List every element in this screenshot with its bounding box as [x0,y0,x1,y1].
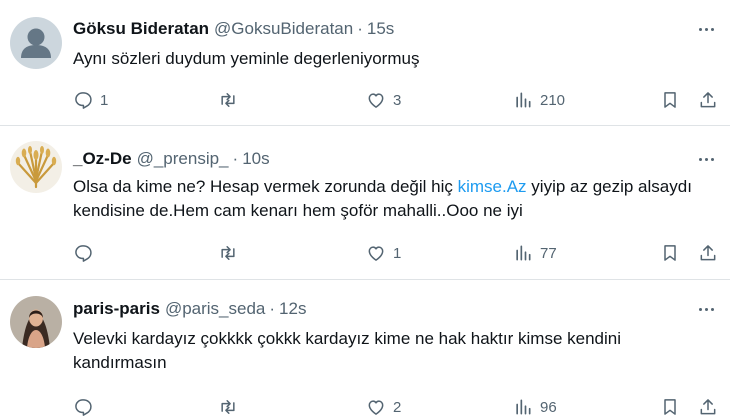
tweet-text: Olsa da kime ne? Hesap vermek zorunda de… [73,175,713,223]
more-icon[interactable] [692,19,720,39]
views-button[interactable]: 210 [513,88,565,112]
user-handle[interactable]: @_prensip_ [137,149,229,169]
display-name[interactable]: _Oz-De [73,149,132,169]
views-icon [516,92,531,108]
tweet-2[interactable]: _Oz-De @_prensip_ · 10s Olsa da kime ne?… [0,126,730,279]
views-icon [516,399,531,415]
views-icon [516,245,531,261]
bookmark-icon [664,399,676,415]
more-icon[interactable] [692,299,720,319]
bookmark-button[interactable] [660,395,680,419]
wheat-avatar-icon [10,141,62,193]
like-button[interactable]: 2 [366,395,401,419]
view-count: 77 [540,244,557,262]
share-icon [700,245,716,261]
tweet-text: Aynı sözleri duydum yeminle degerleniyor… [73,47,713,71]
view-count: 210 [540,91,566,109]
reply-icon [75,92,92,109]
reply-count: 1 [100,91,109,109]
tweet-1[interactable]: Göksu Bideratan @GoksuBideratan · 15s Ay… [0,0,730,125]
timestamp[interactable]: 12s [279,299,306,319]
like-button[interactable]: 3 [366,88,401,112]
like-count: 1 [393,244,402,262]
separator-dot: · [269,299,276,318]
retweet-button[interactable] [218,241,245,265]
tweet-header: paris-paris @paris_seda · 12s [73,297,306,321]
like-icon [368,93,384,108]
default-avatar-icon [10,17,62,69]
share-button[interactable] [698,88,718,112]
bookmark-icon [664,92,676,108]
mention-link[interactable]: kimse.Az [458,177,527,196]
user-handle[interactable]: @GoksuBideratan [214,19,353,39]
tweet-text-content: Aynı sözleri duydum yeminle degerleniyor… [73,49,420,68]
display-name[interactable]: paris-paris [73,299,160,319]
like-count: 3 [393,91,402,109]
reply-button[interactable]: 1 [73,88,108,112]
tweet-3[interactable]: paris-paris @paris_seda · 12s Velevki ka… [0,280,730,420]
bookmark-button[interactable] [660,241,680,265]
separator-dot: · [357,19,363,38]
retweet-button[interactable] [218,395,245,419]
action-bar: 2 96 [73,395,718,419]
retweet-icon [221,93,235,107]
action-bar: 1 77 [73,241,718,265]
like-icon [368,246,384,261]
views-button[interactable]: 96 [513,395,557,419]
photo-avatar-icon [10,296,62,348]
display-name[interactable]: Göksu Bideratan [73,19,209,39]
more-icon[interactable] [692,149,720,169]
retweet-icon [221,400,235,414]
avatar-oz-de[interactable] [10,141,62,193]
view-count: 96 [540,398,557,416]
avatar-default[interactable] [10,17,62,69]
retweet-icon [221,246,235,260]
tweet-header: Göksu Bideratan @GoksuBideratan · 15s [73,17,394,41]
reply-button[interactable] [73,241,100,265]
share-button[interactable] [698,395,718,419]
separator-dot: · [232,149,239,168]
like-count: 2 [393,398,402,416]
bookmark-icon [664,245,676,261]
like-button[interactable]: 1 [366,241,401,265]
retweet-button[interactable] [218,88,245,112]
timestamp[interactable]: 15s [367,19,394,39]
user-handle[interactable]: @paris_seda [165,299,265,319]
like-icon [368,400,384,415]
avatar-paris[interactable] [10,296,62,348]
share-icon [700,399,716,415]
tweet-text-part: Olsa da kime ne? Hesap vermek zorunda de… [73,177,458,196]
tweet-header: _Oz-De @_prensip_ · 10s [73,147,270,171]
action-bar: 1 3 210 [73,88,718,112]
tweet-text-content: Velevki kardayız çokkkk çokkk kardayız k… [73,329,621,372]
bookmark-button[interactable] [660,88,680,112]
reply-icon [75,245,92,262]
views-button[interactable]: 77 [513,241,557,265]
reply-button[interactable] [73,395,100,419]
reply-icon [75,399,92,416]
tweet-text: Velevki kardayız çokkkk çokkk kardayız k… [73,327,713,375]
share-button[interactable] [698,241,718,265]
timestamp[interactable]: 10s [242,149,269,169]
share-icon [700,92,716,108]
